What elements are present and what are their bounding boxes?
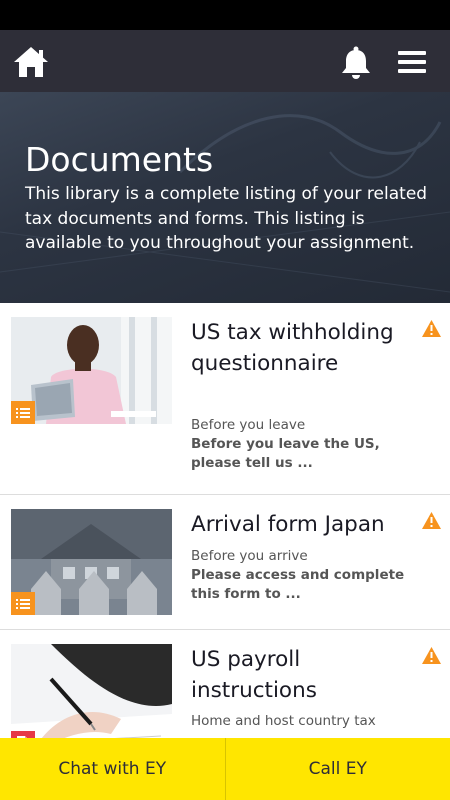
document-timing: Before you leave <box>191 417 306 433</box>
hamburger-menu-icon <box>398 51 426 73</box>
notifications-button[interactable] <box>338 45 374 81</box>
document-timing: Before you arrive <box>191 548 308 564</box>
document-description: Before you leave the US, please tell us … <box>191 436 380 471</box>
page-title: Documents <box>25 140 214 179</box>
list-icon <box>11 401 35 424</box>
home-icon <box>14 47 48 77</box>
home-button[interactable] <box>12 45 50 79</box>
warning-icon <box>422 647 441 664</box>
documents-hero-banner: Documents This library is a complete lis… <box>0 92 450 303</box>
top-navigation-bar <box>0 30 450 92</box>
document-card[interactable]: US tax withholding questionnaire Before … <box>0 303 450 495</box>
bottom-action-bar: Chat with EY Call EY <box>0 738 450 800</box>
menu-button[interactable] <box>396 48 428 76</box>
document-thumbnail <box>11 317 172 424</box>
document-card[interactable]: Arrival form Japan Before you arrive Ple… <box>0 495 450 630</box>
bell-icon <box>342 46 370 79</box>
document-title: US tax withholding questionnaire <box>191 320 394 376</box>
list-icon <box>11 592 35 615</box>
call-ey-button[interactable]: Call EY <box>224 738 450 800</box>
house-image <box>11 509 172 615</box>
status-bar <box>0 0 450 30</box>
document-title: Arrival form Japan <box>191 512 385 537</box>
document-thumbnail <box>11 509 172 615</box>
person-laptop-image <box>11 317 172 424</box>
chat-with-ey-button[interactable]: Chat with EY <box>0 738 225 800</box>
page-description: This library is a complete listing of yo… <box>25 184 428 253</box>
document-description: Please access and complete this form to … <box>191 567 405 602</box>
warning-icon <box>422 320 441 337</box>
document-title: US payroll instructions <box>191 647 317 703</box>
document-timing: Home and host country tax <box>191 713 376 729</box>
warning-icon <box>422 512 441 529</box>
